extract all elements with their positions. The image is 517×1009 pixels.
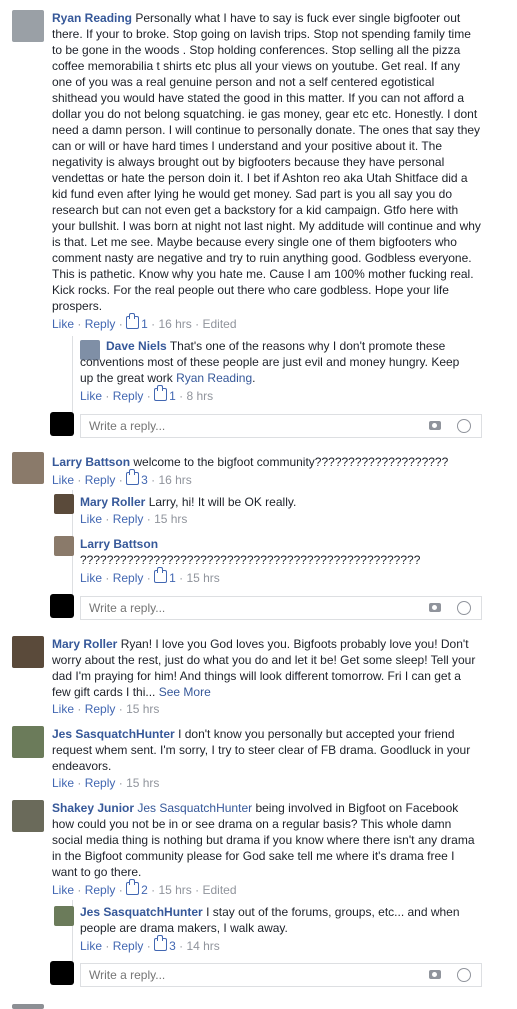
comment-actions: Like · Reply · 1 · 16 hrs · Edited <box>52 313 237 331</box>
timestamp[interactable]: 15 hrs <box>126 702 159 716</box>
author-name[interactable]: Shakey Junior <box>52 801 134 815</box>
reply-input-box[interactable] <box>80 414 482 438</box>
reply-input[interactable] <box>87 600 391 616</box>
author-name[interactable]: Jes SasquatchHunter <box>80 905 203 919</box>
timestamp[interactable]: 16 hrs <box>158 473 191 487</box>
reply-link[interactable]: Reply <box>113 939 144 953</box>
like-link[interactable]: Like <box>52 883 74 897</box>
reply-text: Larry, hi! It will be OK really. <box>148 495 297 509</box>
reply-input[interactable] <box>87 967 391 983</box>
edited-label: Edited <box>202 317 237 331</box>
reply-box-avatar <box>50 594 74 618</box>
like-thumb-icon <box>126 879 140 895</box>
reply-actions: Like · Reply · 15 hrs <box>80 512 188 526</box>
see-more-link[interactable]: See More <box>159 685 211 699</box>
like-count[interactable]: 2 <box>141 883 148 897</box>
comment-text: Personally what I have to say is fuck ev… <box>52 11 481 313</box>
author-name[interactable]: Mary Roller <box>80 495 145 509</box>
like-count[interactable]: 3 <box>169 939 176 953</box>
timestamp[interactable]: 15 hrs <box>154 512 187 526</box>
comment-text: welcome to the bigfoot community????????… <box>133 455 449 469</box>
reply-link[interactable]: Reply <box>85 317 116 331</box>
reply-link[interactable]: Reply <box>113 512 144 526</box>
reply-box-avatar <box>50 412 74 436</box>
comment-body: Larry Battson welcome to the bigfoot com… <box>52 454 482 470</box>
author-name[interactable]: Larry Battson <box>80 537 158 551</box>
avatar[interactable] <box>12 452 44 484</box>
like-count[interactable]: 1 <box>141 317 148 331</box>
reply-link[interactable]: Reply <box>85 776 116 790</box>
reply-body: Jes SasquatchHunter I stay out of the fo… <box>80 904 480 936</box>
like-thumb-icon <box>154 385 168 401</box>
comment-body: Mary Roller Ryan! I love you God loves y… <box>52 636 482 700</box>
like-count[interactable]: 1 <box>169 571 176 585</box>
reply-box-avatar <box>50 961 74 985</box>
timestamp[interactable]: 15 hrs <box>158 883 191 897</box>
mention-link[interactable]: Jes SasquatchHunter <box>137 801 252 815</box>
timestamp[interactable]: 8 hrs <box>186 389 213 403</box>
edited-label: Edited <box>202 883 237 897</box>
camera-icon[interactable] <box>429 601 443 613</box>
author-name[interactable]: Mary Roller <box>52 637 117 651</box>
comment-body: Ryan Reading Personally what I have to s… <box>52 10 482 314</box>
avatar[interactable] <box>12 726 44 758</box>
reply-input-box[interactable] <box>80 963 482 987</box>
emoji-icon[interactable] <box>457 968 471 982</box>
comment-body: Jes SasquatchHunter I don't know you per… <box>52 726 482 774</box>
author-name[interactable]: Larry Battson <box>52 455 130 469</box>
author-name[interactable]: Ryan Reading <box>52 11 132 25</box>
comment-actions: Like · Reply · 15 hrs <box>52 776 160 790</box>
reply-actions: Like · Reply · 1 · 15 hrs <box>80 567 220 585</box>
comment-actions: Like · Reply · 15 hrs <box>52 702 160 716</box>
like-link[interactable]: Like <box>80 512 102 526</box>
reply-actions: Like · Reply · 1 · 8 hrs <box>80 385 214 403</box>
reply-body: Mary Roller Larry, hi! It will be OK rea… <box>80 494 480 510</box>
like-thumb-icon <box>126 313 140 329</box>
like-link[interactable]: Like <box>52 776 74 790</box>
avatar[interactable] <box>54 536 74 556</box>
reply-link[interactable]: Reply <box>85 702 116 716</box>
like-link[interactable]: Like <box>80 939 102 953</box>
reply-body: Larry Battson ??????????????????????????… <box>80 536 480 568</box>
emoji-icon[interactable] <box>457 419 471 433</box>
timestamp[interactable]: 14 hrs <box>186 939 219 953</box>
timestamp[interactable]: 15 hrs <box>186 571 219 585</box>
comment-actions: Like · Reply · 3 · 16 hrs <box>52 469 192 487</box>
avatar[interactable] <box>12 800 44 832</box>
reply-body: Dave Niels That's one of the reasons why… <box>80 339 460 385</box>
like-link[interactable]: Like <box>52 702 74 716</box>
camera-icon[interactable] <box>429 419 443 431</box>
avatar[interactable] <box>54 494 74 514</box>
author-name[interactable]: Dave Niels <box>106 339 167 353</box>
like-thumb-icon <box>154 935 168 951</box>
reply-input[interactable] <box>87 418 391 434</box>
reply-text: ????????????????????????????????????????… <box>80 553 421 567</box>
like-thumb-icon <box>126 469 140 485</box>
emoji-icon[interactable] <box>457 601 471 615</box>
timestamp[interactable]: 15 hrs <box>126 776 159 790</box>
comment-body: Shakey Junior Jes SasquatchHunter being … <box>52 800 482 880</box>
like-link[interactable]: Like <box>52 317 74 331</box>
avatar[interactable] <box>54 906 74 926</box>
avatar[interactable] <box>12 1004 44 1009</box>
like-link[interactable]: Like <box>80 571 102 585</box>
timestamp[interactable]: 16 hrs <box>158 317 191 331</box>
avatar[interactable] <box>12 10 44 42</box>
comment-actions: Like · Reply · 2 · 15 hrs · Edited <box>52 879 237 897</box>
camera-icon[interactable] <box>429 968 443 980</box>
author-name[interactable]: Jes SasquatchHunter <box>52 727 175 741</box>
reply-link[interactable]: Reply <box>113 571 144 585</box>
reply-link[interactable]: Reply <box>85 883 116 897</box>
mention-link[interactable]: Ryan Reading <box>176 371 252 385</box>
reply-input-box[interactable] <box>80 596 482 620</box>
reply-actions: Like · Reply · 3 · 14 hrs <box>80 935 220 953</box>
avatar[interactable] <box>12 636 44 668</box>
reply-link[interactable]: Reply <box>85 473 116 487</box>
like-count[interactable]: 1 <box>169 389 176 403</box>
like-thumb-icon <box>154 567 168 583</box>
like-count[interactable]: 3 <box>141 473 148 487</box>
like-link[interactable]: Like <box>52 473 74 487</box>
reply-link[interactable]: Reply <box>113 389 144 403</box>
like-link[interactable]: Like <box>80 389 102 403</box>
